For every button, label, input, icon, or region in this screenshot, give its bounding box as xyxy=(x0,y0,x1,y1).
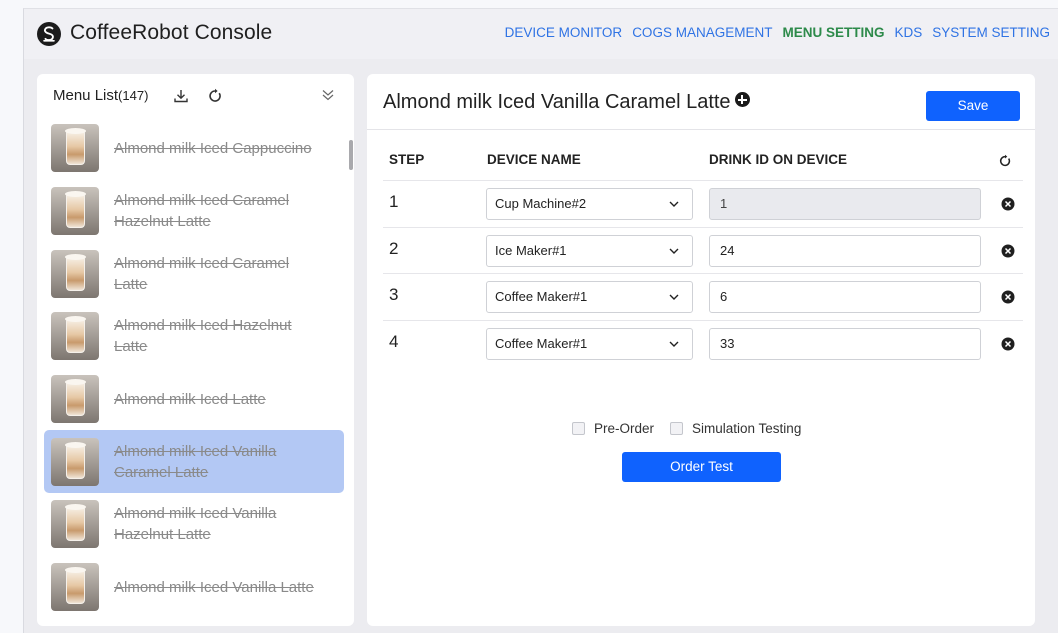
pre-order-checkbox[interactable] xyxy=(572,422,585,435)
menu-list-item[interactable]: Almond milk Iced Vanilla Caramel Latte xyxy=(44,430,344,494)
remove-step-icon[interactable] xyxy=(1001,197,1015,211)
menu-list-title: Menu List(147) xyxy=(53,87,148,104)
menu-list-item[interactable]: Almond milk Iced Vanilla Latte xyxy=(44,556,344,619)
app-window: CoffeeRobot Console DEVICE MONITOR COGS … xyxy=(23,8,1058,633)
nav-system-setting[interactable]: SYSTEM SETTING xyxy=(932,25,1050,40)
menu-item-label: Almond milk Iced Vanilla Latte xyxy=(114,578,314,596)
reset-steps-refresh-icon[interactable] xyxy=(998,154,1012,173)
drink-thumbnail xyxy=(51,124,99,173)
device-select[interactable]: Cup Machine#2 xyxy=(486,188,693,220)
menu-list-item[interactable]: Almond milk Iced Caramel Latte xyxy=(44,242,344,305)
step-number: 2 xyxy=(389,239,399,258)
top-header: CoffeeRobot Console DEVICE MONITOR COGS … xyxy=(24,9,1058,59)
device-select[interactable]: Ice Maker#1 xyxy=(486,235,693,267)
drink-id-value: 24 xyxy=(720,243,735,258)
step-number: 4 xyxy=(389,332,399,351)
drink-id-value: 33 xyxy=(720,336,735,351)
device-select[interactable]: Coffee Maker#1 xyxy=(486,281,693,313)
device-select-value: Ice Maker#1 xyxy=(495,243,567,258)
drink-id-input[interactable]: 24 xyxy=(709,235,981,267)
menu-list-panel: Menu List(147) Almond milk Iced Cappucci… xyxy=(37,74,354,626)
chevron-down-icon xyxy=(669,341,679,347)
coffeerobot-logo-icon xyxy=(37,22,61,46)
remove-step-icon[interactable] xyxy=(1001,244,1015,258)
chevron-down-icon xyxy=(669,248,679,254)
column-header-device-name: DEVICE NAME xyxy=(487,152,581,167)
main-nav: DEVICE MONITOR COGS MANAGEMENT MENU SETT… xyxy=(495,25,1050,40)
collapse-chevrons-icon[interactable] xyxy=(321,88,335,107)
order-test-button[interactable]: Order Test xyxy=(622,452,781,482)
menu-item-label: Almond milk Iced Caramel Hazelnut Latte xyxy=(114,192,290,231)
save-button[interactable]: Save xyxy=(926,91,1020,121)
nav-device-monitor[interactable]: DEVICE MONITOR xyxy=(505,25,623,40)
menu-item-label: Almond milk Iced Latte xyxy=(114,390,266,408)
drink-id-value: 6 xyxy=(720,289,728,304)
menu-item-label: Almond milk Iced Caramel Latte xyxy=(114,254,290,293)
step-row: 3 Coffee Maker#1 6 xyxy=(383,273,1023,319)
drink-id-input[interactable]: 6 xyxy=(709,281,981,313)
menu-detail-panel: Almond milk Iced Vanilla Caramel Latte S… xyxy=(367,74,1035,626)
menu-list-title-text: Menu List xyxy=(53,87,119,104)
menu-item-title-text: Almond milk Iced Vanilla Caramel Latte xyxy=(383,91,731,113)
download-icon[interactable] xyxy=(173,88,189,109)
remove-step-icon[interactable] xyxy=(1001,337,1015,351)
menu-list-header: Menu List(147) xyxy=(37,74,354,116)
step-number: 1 xyxy=(389,192,399,211)
drink-thumbnail xyxy=(51,437,99,486)
order-options: Pre-Order Simulation Testing xyxy=(572,421,801,436)
device-select-value: Coffee Maker#1 xyxy=(495,289,588,304)
step-row: 4 Coffee Maker#1 33 xyxy=(383,320,1023,366)
drink-thumbnail xyxy=(51,312,99,361)
device-select-value: Cup Machine#2 xyxy=(495,196,587,211)
drink-thumbnail xyxy=(51,249,99,298)
drink-thumbnail xyxy=(51,187,99,236)
column-header-step: STEP xyxy=(389,152,425,167)
nav-kds[interactable]: KDS xyxy=(894,25,922,40)
menu-item-title: Almond milk Iced Vanilla Caramel Latte xyxy=(383,91,750,114)
drink-thumbnail xyxy=(51,500,99,549)
menu-list-item[interactable]: Almond milk Iced Hazelnut Latte xyxy=(44,305,344,368)
drink-id-value: 1 xyxy=(720,196,728,211)
device-select[interactable]: Coffee Maker#1 xyxy=(486,328,693,360)
menu-list-item[interactable]: Almond milk Iced Caramel Hazelnut Latte xyxy=(44,180,344,243)
add-step-plus-icon[interactable] xyxy=(734,92,750,107)
menu-list-item[interactable]: Almond milk Iced Latte xyxy=(44,368,344,431)
chevron-down-icon xyxy=(669,294,679,300)
menu-item-label: Almond milk Iced Cappuccino xyxy=(114,139,312,157)
header-divider xyxy=(367,129,1035,130)
menu-list: Almond milk Iced Cappuccino Almond milk I… xyxy=(44,117,344,619)
nav-cogs-management[interactable]: COGS MANAGEMENT xyxy=(632,25,772,40)
column-header-drink-id: DRINK ID ON DEVICE xyxy=(709,152,848,167)
chevron-down-icon xyxy=(669,201,679,207)
device-select-value: Coffee Maker#1 xyxy=(495,336,588,351)
menu-list-item[interactable]: Almond milk Iced Cappuccino xyxy=(44,117,344,180)
simulation-testing-checkbox[interactable] xyxy=(670,422,684,435)
app-title: CoffeeRobot Console xyxy=(70,21,273,44)
drink-id-input: 1 xyxy=(709,188,981,220)
steps-table-header: STEP DEVICE NAME DRINK ID ON DEVICE xyxy=(367,152,1035,172)
menu-list-item[interactable]: Almond milk Iced Vanilla Hazelnut Latte xyxy=(44,493,344,556)
pre-order-label: Pre-Order xyxy=(594,421,655,436)
menu-list-scrollbar[interactable] xyxy=(349,140,353,170)
step-number: 3 xyxy=(389,285,399,304)
step-row: 1 Cup Machine#2 1 xyxy=(383,180,1023,226)
simulation-testing-label: Simulation Testing xyxy=(692,421,802,436)
remove-step-icon[interactable] xyxy=(1001,290,1015,304)
menu-item-label: Almond milk Iced Vanilla Hazelnut Latte xyxy=(114,505,277,544)
menu-list-count: (147) xyxy=(118,88,149,103)
step-row: 2 Ice Maker#1 24 xyxy=(383,227,1023,273)
menu-item-label: Almond milk Iced Vanilla Caramel Latte xyxy=(114,442,277,481)
menu-item-label: Almond milk Iced Hazelnut Latte xyxy=(114,317,292,356)
refresh-icon[interactable] xyxy=(207,88,223,109)
nav-menu-setting[interactable]: MENU SETTING xyxy=(782,25,884,40)
drink-thumbnail xyxy=(51,563,99,612)
drink-thumbnail xyxy=(51,375,99,424)
drink-id-input[interactable]: 33 xyxy=(709,328,981,360)
